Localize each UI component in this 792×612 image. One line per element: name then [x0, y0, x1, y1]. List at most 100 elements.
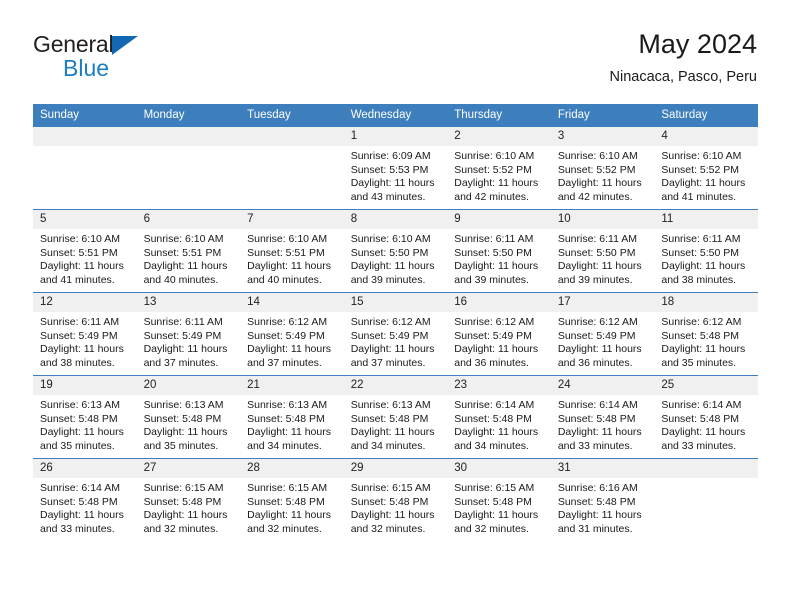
day-details: Sunrise: 6:15 AM Sunset: 5:48 PM Daylight:…: [344, 478, 448, 536]
daylight-text-line1: Daylight: 11 hours: [454, 343, 539, 356]
calendar-day-cell[interactable]: 7 Sunrise: 6:10 AM Sunset: 5:51 PM Daylight…: [240, 209, 344, 293]
sunrise-text: Sunrise: 6:11 AM: [143, 316, 223, 328]
calendar-day-cell[interactable]: 27 Sunrise: 6:15 AM Sunset: 5:48 PM Dayligh…: [136, 458, 241, 542]
daylight-text-line1: Daylight: 11 hours: [661, 260, 746, 273]
calendar-day-cell[interactable]: 30 Sunrise: 6:15 AM Sunset: 5:48 PM Dayligh…: [447, 458, 551, 542]
day-number: [654, 459, 758, 478]
day-number: 18: [654, 293, 758, 312]
sunrise-text: Sunrise: 6:11 AM: [454, 233, 534, 245]
sunrise-text: Sunrise: 6:13 AM: [40, 399, 120, 411]
daylight-text-line2: and 34 minutes.: [247, 439, 322, 452]
daylight-text-line1: Daylight: 11 hours: [661, 343, 746, 356]
sunset-text: Sunset: 5:52 PM: [454, 163, 532, 176]
sunset-text: Sunset: 5:48 PM: [557, 495, 636, 508]
calendar-day-cell[interactable]: 15 Sunrise: 6:12 AM Sunset: 5:49 PM Dayligh…: [343, 292, 448, 376]
daylight-text-line2: and 37 minutes.: [143, 356, 219, 369]
day-details: Sunrise: 6:12 AM Sunset: 5:49 PM Daylight:…: [240, 312, 344, 370]
calendar-header-row: Sunday Monday Tuesday Wednesday Thursday…: [33, 104, 758, 127]
sunrise-text: Sunrise: 6:13 AM: [350, 399, 431, 411]
sunset-text: Sunset: 5:48 PM: [350, 495, 429, 508]
calendar-day-cell[interactable]: 2 Sunrise: 6:10 AM Sunset: 5:52 PM Daylight…: [447, 126, 551, 210]
daylight-text-line2: and 32 minutes.: [350, 522, 426, 535]
calendar-day-cell[interactable]: 24 Sunrise: 6:14 AM Sunset: 5:48 PM Dayligh…: [550, 375, 655, 459]
calendar-day-cell[interactable]: 3 Sunrise: 6:10 AM Sunset: 5:52 PM Daylight…: [550, 126, 655, 210]
calendar-day-cell[interactable]: 18 Sunrise: 6:12 AM Sunset: 5:48 PM Dayligh…: [654, 292, 758, 376]
day-number: 20: [136, 376, 241, 395]
daylight-text-line2: and 33 minutes.: [557, 439, 633, 452]
day-number: 11: [654, 210, 758, 229]
calendar-day-cell[interactable]: 25 Sunrise: 6:14 AM Sunset: 5:48 PM Dayligh…: [654, 375, 758, 459]
daylight-text-line2: and 39 minutes.: [454, 273, 529, 286]
page-subtitle: Ninacaca, Pasco, Peru: [609, 69, 758, 85]
sunset-text: Sunset: 5:48 PM: [557, 412, 636, 425]
daylight-text-line1: Daylight: 11 hours: [247, 260, 331, 273]
sunset-text: Sunset: 5:49 PM: [557, 329, 636, 342]
calendar-day-cell[interactable]: 12 Sunrise: 6:11 AM Sunset: 5:49 PM Dayligh…: [33, 292, 137, 376]
calendar-day-cell[interactable]: 28 Sunrise: 6:15 AM Sunset: 5:48 PM Dayligh…: [240, 458, 344, 542]
calendar-day-cell[interactable]: 9 Sunrise: 6:11 AM Sunset: 5:50 PM Daylight…: [447, 209, 551, 293]
calendar-day-cell[interactable]: 22 Sunrise: 6:13 AM Sunset: 5:48 PM Dayligh…: [343, 375, 448, 459]
calendar-day-cell[interactable]: 23 Sunrise: 6:14 AM Sunset: 5:48 PM Dayligh…: [447, 375, 551, 459]
calendar-day-cell[interactable]: 11 Sunrise: 6:11 AM Sunset: 5:50 PM Dayligh…: [654, 209, 758, 293]
day-details: Sunrise: 6:10 AM Sunset: 5:51 PM Daylight:…: [33, 229, 137, 287]
daylight-text-line2: and 37 minutes.: [350, 356, 426, 369]
day-number: 28: [240, 459, 344, 478]
day-details: Sunrise: 6:12 AM Sunset: 5:49 PM Daylight:…: [447, 312, 551, 370]
sunrise-text: Sunrise: 6:11 AM: [40, 316, 120, 328]
daylight-text-line1: Daylight: 11 hours: [350, 426, 435, 439]
calendar-day-cell[interactable]: 31 Sunrise: 6:16 AM Sunset: 5:48 PM Dayligh…: [550, 458, 655, 542]
daylight-text-line1: Daylight: 11 hours: [350, 177, 435, 190]
sunrise-text: Sunrise: 6:10 AM: [454, 150, 535, 162]
daylight-text-line1: Daylight: 11 hours: [350, 509, 435, 522]
day-number: 9: [447, 210, 551, 229]
calendar-page: General Blue May 2024 Ninacaca, Pasco, P…: [0, 0, 792, 612]
sunset-text: Sunset: 5:48 PM: [143, 412, 222, 425]
sunset-text: Sunset: 5:48 PM: [247, 412, 325, 425]
daylight-text-line2: and 33 minutes.: [40, 522, 115, 535]
day-details: Sunrise: 6:13 AM Sunset: 5:48 PM Daylight:…: [137, 395, 241, 453]
calendar-week-row: 1 Sunrise: 6:09 AM Sunset: 5:53 PM Daylight…: [33, 126, 758, 210]
day-details: Sunrise: 6:13 AM Sunset: 5:48 PM Daylight:…: [33, 395, 137, 453]
calendar-day-cell[interactable]: 20 Sunrise: 6:13 AM Sunset: 5:48 PM Dayligh…: [136, 375, 241, 459]
day-number: 5: [33, 210, 137, 229]
day-number: [33, 127, 137, 146]
calendar-day-cell[interactable]: 29 Sunrise: 6:15 AM Sunset: 5:48 PM Dayligh…: [343, 458, 448, 542]
sunset-text: Sunset: 5:50 PM: [661, 246, 740, 259]
sunrise-text: Sunrise: 6:11 AM: [557, 233, 637, 245]
daylight-text-line1: Daylight: 11 hours: [143, 343, 228, 356]
sunset-text: Sunset: 5:49 PM: [350, 329, 429, 342]
daylight-text-line1: Daylight: 11 hours: [661, 426, 746, 439]
day-number: 2: [447, 127, 551, 146]
daylight-text-line2: and 35 minutes.: [143, 439, 219, 452]
brand-logo[interactable]: General Blue: [33, 32, 253, 92]
title-block: May 2024 Ninacaca, Pasco, Peru: [610, 28, 758, 87]
day-details: Sunrise: 6:13 AM Sunset: 5:48 PM Daylight:…: [240, 395, 344, 453]
calendar-day-cell[interactable]: 13 Sunrise: 6:11 AM Sunset: 5:49 PM Dayligh…: [136, 292, 241, 376]
sunset-text: Sunset: 5:48 PM: [661, 412, 740, 425]
weekday-header-friday: Friday: [550, 104, 655, 127]
calendar-day-cell[interactable]: 16 Sunrise: 6:12 AM Sunset: 5:49 PM Dayligh…: [447, 292, 551, 376]
daylight-text-line2: and 38 minutes.: [40, 356, 115, 369]
daylight-text-line1: Daylight: 11 hours: [661, 177, 746, 190]
calendar-day-cell[interactable]: 5 Sunrise: 6:10 AM Sunset: 5:51 PM Daylight…: [33, 209, 137, 293]
weekday-header-monday: Monday: [136, 104, 241, 127]
calendar-day-cell[interactable]: 4 Sunrise: 6:10 AM Sunset: 5:52 PM Daylight…: [654, 126, 758, 210]
sunset-text: Sunset: 5:50 PM: [557, 246, 636, 259]
day-number: 30: [447, 459, 551, 478]
daylight-text-line2: and 32 minutes.: [143, 522, 219, 535]
calendar-day-cell[interactable]: 8 Sunrise: 6:10 AM Sunset: 5:50 PM Daylight…: [343, 209, 448, 293]
calendar-day-cell[interactable]: 10 Sunrise: 6:11 AM Sunset: 5:50 PM Dayligh…: [550, 209, 655, 293]
calendar-day-cell[interactable]: 17 Sunrise: 6:12 AM Sunset: 5:49 PM Dayligh…: [550, 292, 655, 376]
sunrise-text: Sunrise: 6:16 AM: [557, 482, 638, 494]
brand-name-bottom: Blue: [63, 55, 110, 81]
day-details: Sunrise: 6:15 AM Sunset: 5:48 PM Daylight:…: [447, 478, 551, 536]
calendar-day-cell[interactable]: 1 Sunrise: 6:09 AM Sunset: 5:53 PM Daylight…: [343, 126, 448, 210]
calendar-day-cell[interactable]: 26 Sunrise: 6:14 AM Sunset: 5:48 PM Dayligh…: [33, 458, 137, 542]
calendar-day-cell[interactable]: 19 Sunrise: 6:13 AM Sunset: 5:48 PM Dayligh…: [33, 375, 137, 459]
day-number: 13: [136, 293, 241, 312]
calendar-day-cell[interactable]: 14 Sunrise: 6:12 AM Sunset: 5:49 PM Dayligh…: [240, 292, 344, 376]
calendar-day-cell[interactable]: 6 Sunrise: 6:10 AM Sunset: 5:51 PM Daylight…: [136, 209, 241, 293]
calendar-day-cell[interactable]: 21 Sunrise: 6:13 AM Sunset: 5:48 PM Dayligh…: [240, 375, 344, 459]
weekday-header-wednesday: Wednesday: [343, 104, 448, 127]
day-details: Sunrise: 6:12 AM Sunset: 5:49 PM Daylight:…: [551, 312, 655, 370]
